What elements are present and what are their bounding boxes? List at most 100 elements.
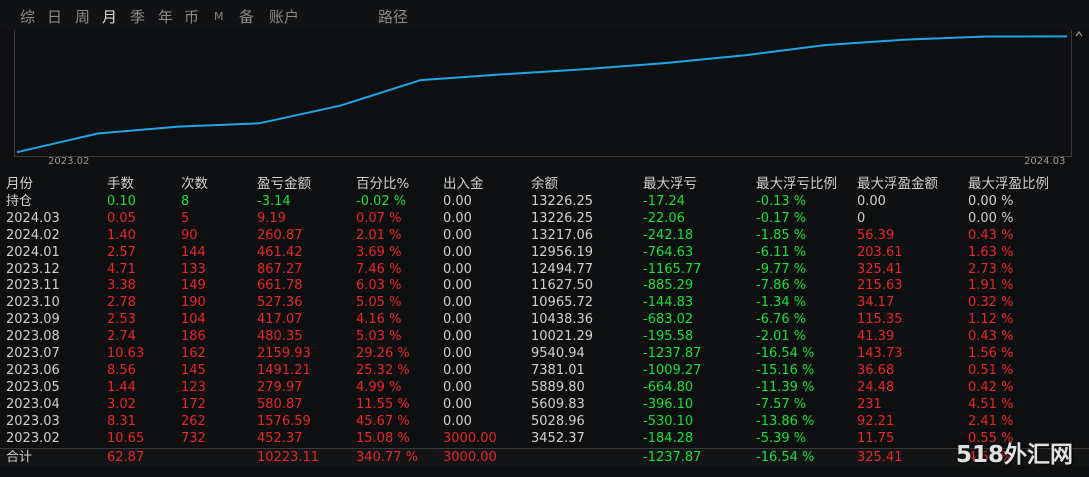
table-row[interactable]: 2024.02 1.40 90 260.87 2.01 % 0.00 13217.06 -24… (0, 227, 1089, 244)
table-row[interactable]: 2024.01 2.57 144 461.42 3.69 % 0.00 12956.19 -7… (0, 244, 1089, 261)
cell-max-loss: -1165.77 (643, 261, 702, 277)
cell-max-gain-pct: 0.43 % (968, 227, 1014, 243)
header-lots[interactable]: 手数 (107, 176, 134, 193)
table-row[interactable]: 2023.03 8.31 262 1576.59 45.67 % 0.00 5028.96 -… (0, 413, 1089, 430)
table-row[interactable]: 2024.03 0.05 5 9.19 0.07 % 0.00 13226.25 -22.06… (0, 210, 1089, 227)
header-pct[interactable]: 百分比% (356, 176, 409, 193)
header-max-gain-pct[interactable]: 最大浮盈比例 (968, 176, 1049, 193)
table-row[interactable]: 2023.04 3.02 172 580.87 11.55 % 0.00 5609.83 -3… (0, 396, 1089, 413)
tab-summary[interactable]: 综 (20, 6, 35, 27)
cell-max-gain-pct: 0.00 % (968, 210, 1014, 226)
cell-max-loss: -1237.87 (643, 450, 702, 466)
cell-pnl: 452.37 (257, 430, 303, 446)
cell-max-loss: -184.28 (643, 430, 694, 446)
cell-lots: 2.53 (107, 312, 136, 328)
cell-pnl: 527.36 (257, 295, 303, 311)
header-count[interactable]: 次数 (181, 176, 208, 193)
cell-max-gain-pct: 1.63 % (968, 244, 1014, 260)
cell-max-gain-pct: 0.42 % (968, 379, 1014, 395)
tab-quarter[interactable]: 季 (130, 6, 145, 27)
cell-max-loss: -683.02 (643, 312, 694, 328)
table-row[interactable]: 2023.07 10.63 162 2159.93 29.26 % 0.00 9540.94… (0, 345, 1089, 362)
cell-flow: 0.00 (443, 210, 472, 226)
cell-balance: 9540.94 (531, 346, 585, 361)
cell-pct: 5.05 % (356, 295, 402, 311)
cell-pnl: -3.14 (257, 193, 291, 209)
cell-max-loss: -242.18 (643, 227, 694, 243)
tab-month[interactable]: 月 (102, 6, 117, 27)
table-row[interactable]: 2023.02 10.65 732 452.37 15.08 % 3000.00 3452.… (0, 430, 1089, 447)
cell-flow: 0.00 (443, 193, 472, 209)
cell-max-gain: 36.68 (857, 362, 895, 378)
cell-pnl: 417.07 (257, 312, 303, 328)
cell-max-gain-pct: 4.51 % (968, 396, 1014, 412)
cell-month: 2023.03 (6, 413, 60, 429)
table-row[interactable]: 2023.11 3.38 149 661.78 6.03 % 0.00 11627.50 -8… (0, 277, 1089, 294)
cell-flow: 3000.00 (443, 450, 497, 466)
cell-max-loss-pct: -16.54 % (756, 346, 815, 361)
cell-max-loss: -1009.27 (643, 362, 702, 378)
scroll-up-arrow-icon[interactable] (1075, 31, 1083, 37)
table-row[interactable]: 2023.06 8.56 145 1491.21 25.32 % 0.00 7381.01 -… (0, 362, 1089, 379)
cell-max-gain: 24.48 (857, 379, 895, 395)
cell-lots: 10.65 (107, 430, 145, 446)
cell-lots: 1.40 (107, 227, 136, 243)
table-row[interactable]: 2023.10 2.78 190 527.36 5.05 % 0.00 10965.72 -1… (0, 294, 1089, 311)
tab-week[interactable]: 周 (75, 6, 90, 27)
vertical-scrollbar[interactable] (1074, 30, 1084, 470)
cell-lots: 3.02 (107, 396, 136, 412)
cell-count: 172 (181, 396, 206, 412)
cell-max-loss-pct: -1.85 % (756, 227, 807, 243)
cell-max-loss-pct: -11.39 % (756, 379, 815, 395)
cell-max-loss-pct: -2.01 % (756, 329, 807, 345)
cell-max-gain-pct: 0.51 % (968, 362, 1014, 378)
cell-flow: 0.00 (443, 329, 472, 345)
cell-max-gain-pct: 2.73 % (968, 261, 1014, 277)
tab-m[interactable]: M (214, 10, 224, 23)
header-max-loss-pct[interactable]: 最大浮亏比例 (756, 176, 837, 193)
cell-max-gain: 215.63 (857, 278, 903, 294)
cell-max-gain: 0 (857, 210, 866, 226)
cell-pnl: 1491.21 (257, 362, 311, 378)
tab-day[interactable]: 日 (47, 6, 62, 27)
header-flow[interactable]: 出入金 (443, 176, 484, 193)
tab-account[interactable]: 账户 (269, 6, 299, 27)
cell-max-loss: -17.24 (643, 193, 685, 209)
cell-flow: 0.00 (443, 244, 472, 260)
cell-count: 732 (181, 430, 206, 446)
cell-max-gain: 143.73 (857, 346, 903, 361)
tab-path[interactable]: 路径 (378, 6, 408, 27)
cell-max-loss: -664.80 (643, 379, 694, 395)
cell-count: 145 (181, 362, 206, 378)
header-month[interactable]: 月份 (6, 176, 33, 193)
header-max-gain[interactable]: 最大浮盈金额 (857, 176, 938, 193)
header-balance[interactable]: 余额 (531, 176, 558, 193)
cell-max-gain-pct: 2.41 % (968, 413, 1014, 429)
tab-year[interactable]: 年 (158, 6, 173, 27)
table-row[interactable]: 2023.05 1.44 123 279.97 4.99 % 0.00 5889.80 -66… (0, 379, 1089, 396)
cell-flow: 0.00 (443, 278, 472, 294)
table-row[interactable]: 2023.09 2.53 104 417.07 4.16 % 0.00 10438.36 -6… (0, 311, 1089, 328)
tab-backup[interactable]: 备 (239, 6, 254, 27)
cell-pnl: 867.27 (257, 261, 303, 277)
cell-balance: 13226.25 (531, 210, 594, 226)
cell-max-loss-pct: -0.17 % (756, 210, 807, 226)
header-max-loss[interactable]: 最大浮亏 (643, 176, 697, 193)
tab-currency[interactable]: 币 (184, 6, 199, 27)
cell-pct: 340.77 % (356, 450, 418, 466)
cell-max-gain-pct: 1.12 % (968, 312, 1014, 328)
cell-pct: 25.32 % (356, 362, 410, 378)
cell-max-loss-pct: -7.57 % (756, 396, 807, 412)
cell-pct: 4.99 % (356, 379, 402, 395)
cell-max-loss-pct: -1.34 % (756, 295, 807, 311)
table-row[interactable]: 2023.12 4.71 133 867.27 7.46 % 0.00 12494.77 -1… (0, 261, 1089, 278)
cell-max-gain-pct: 0.43 % (968, 329, 1014, 345)
cell-max-loss-pct: -6.76 % (756, 312, 807, 328)
cell-balance: 5889.80 (531, 379, 585, 395)
cell-pnl: 461.42 (257, 244, 303, 260)
cell-max-gain: 115.35 (857, 312, 903, 328)
cell-pct: 4.16 % (356, 312, 402, 328)
header-pnl[interactable]: 盈亏金额 (257, 176, 311, 193)
table-row-holding[interactable]: 持仓 0.10 8 -3.14 -0.02 % 0.00 13226.25 -17.24 -0.… (0, 193, 1089, 210)
table-row[interactable]: 2023.08 2.74 186 480.35 5.03 % 0.00 10021.29 -1… (0, 328, 1089, 345)
